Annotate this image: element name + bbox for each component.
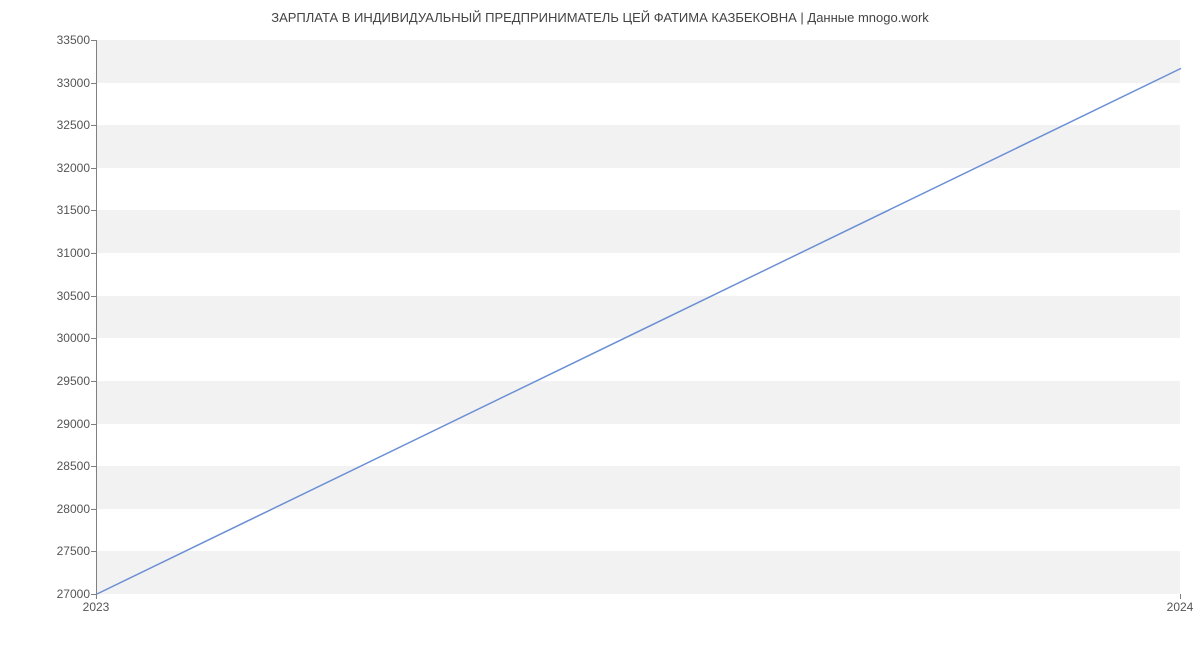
x-tick-label: 2024 [1167,600,1194,614]
y-tick-mark [91,466,96,467]
y-tick-label: 29000 [50,417,90,431]
x-tick-label: 2023 [83,600,110,614]
y-tick-mark [91,551,96,552]
data-line [97,68,1181,594]
y-tick-mark [91,253,96,254]
y-tick-mark [91,40,96,41]
y-tick-mark [91,338,96,339]
y-tick-mark [91,296,96,297]
y-tick-label: 31500 [50,203,90,217]
x-tick-mark [96,594,97,599]
y-tick-mark [91,210,96,211]
x-tick-mark [1180,594,1181,599]
y-tick-label: 28500 [50,459,90,473]
y-tick-label: 27500 [50,544,90,558]
y-tick-label: 27000 [50,587,90,601]
y-tick-mark [91,509,96,510]
y-tick-label: 29500 [50,374,90,388]
y-tick-mark [91,125,96,126]
y-tick-mark [91,381,96,382]
chart-container: ЗАРПЛАТА В ИНДИВИДУАЛЬНЫЙ ПРЕДПРИНИМАТЕЛ… [0,0,1200,650]
y-tick-label: 30500 [50,289,90,303]
y-tick-label: 33000 [50,76,90,90]
y-tick-mark [91,424,96,425]
y-tick-label: 33500 [50,33,90,47]
y-tick-label: 32000 [50,161,90,175]
chart-title: ЗАРПЛАТА В ИНДИВИДУАЛЬНЫЙ ПРЕДПРИНИМАТЕЛ… [0,10,1200,25]
chart-svg [97,40,1180,593]
y-tick-label: 32500 [50,118,90,132]
y-tick-label: 30000 [50,331,90,345]
y-tick-label: 31000 [50,246,90,260]
y-tick-mark [91,168,96,169]
y-tick-label: 28000 [50,502,90,516]
y-tick-mark [91,83,96,84]
plot-area [96,40,1180,594]
